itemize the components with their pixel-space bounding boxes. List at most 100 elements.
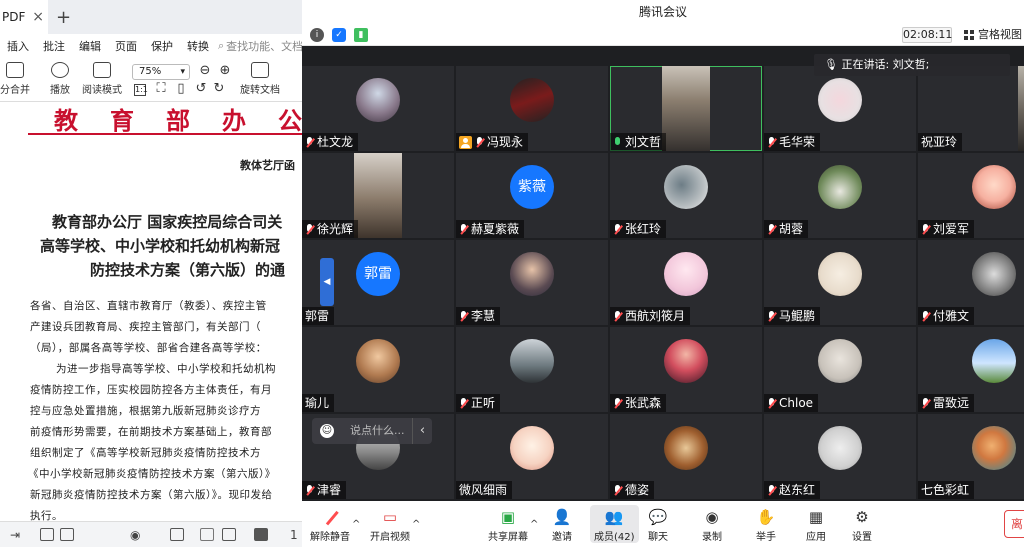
participant-name: 西航刘筱月 xyxy=(625,309,686,323)
menu-annotate[interactable]: 批注 xyxy=(36,38,72,54)
participant-tile[interactable]: 正听 xyxy=(456,327,608,412)
doc-paragraph-line: （局），部属各高等学校、部省合建各高等学校： xyxy=(30,342,267,354)
participant-tile[interactable]: 胡蓉 xyxy=(764,153,916,238)
participant-name-tag: 微风细雨 xyxy=(456,481,513,499)
invite-button[interactable]: 👤 邀请 xyxy=(552,505,572,543)
zoom-out-icon[interactable]: ⊖ xyxy=(198,64,212,78)
record-button[interactable]: ◉ 录制 xyxy=(702,505,722,543)
pdf-document-tab[interactable]: PDF × xyxy=(0,0,48,34)
actual-size-icon[interactable]: 1:1 xyxy=(134,84,148,96)
single-page-icon[interactable]: ▯ xyxy=(174,82,188,96)
participant-tile[interactable]: 刘文哲 xyxy=(610,66,762,151)
eye-icon[interactable]: ◉ xyxy=(130,528,140,542)
participant-tile[interactable]: 西航刘筱月 xyxy=(610,240,762,325)
settings-button[interactable]: ⚙ 设置 xyxy=(852,505,872,543)
last-page-icon[interactable]: ⇥ xyxy=(10,528,20,542)
play-button[interactable]: 播放 xyxy=(50,62,70,96)
chat-button[interactable]: 💬 聊天 xyxy=(648,505,668,543)
participant-tile[interactable]: 杜文龙 xyxy=(302,66,454,151)
participant-tile[interactable]: 张武森 xyxy=(610,327,762,412)
participant-tile[interactable]: 张红玲 xyxy=(610,153,762,238)
participant-name-tag: 七色彩虹 xyxy=(918,481,975,499)
zoom-select[interactable]: 75% ▾ xyxy=(132,64,190,80)
info-icon[interactable]: i xyxy=(310,28,324,42)
participant-name: 赫夏紫薇 xyxy=(471,222,520,236)
apps-button[interactable]: ▦ 应用 xyxy=(806,505,826,543)
rotate-left-icon[interactable]: ↺ xyxy=(194,82,208,96)
doc-paragraph-line: 产建设兵团教育局、疾控主管部门，有关部门（ xyxy=(30,321,261,333)
participant-tile[interactable]: 瑜儿 xyxy=(302,327,454,412)
fit-page-icon[interactable]: ⛶ xyxy=(154,82,168,96)
participant-name-tag: Chloe xyxy=(764,394,819,412)
play-slideshow-icon[interactable] xyxy=(254,528,268,541)
chevron-up-icon[interactable]: ^ xyxy=(412,519,420,530)
participant-name: 李慧 xyxy=(471,309,496,323)
participant-tile[interactable]: Chloe xyxy=(764,327,916,412)
participant-tile[interactable]: 徐光辉 xyxy=(302,153,454,238)
chevron-up-icon[interactable]: ^ xyxy=(530,519,538,530)
menu-convert[interactable]: 转换 xyxy=(180,38,216,54)
participant-name-tag: 马鲲鹏 xyxy=(764,307,821,325)
participant-name: 正听 xyxy=(471,396,496,410)
unmute-button[interactable]: 解除静音 xyxy=(310,505,350,543)
gear-icon: ⚙ xyxy=(855,508,869,526)
participant-tile[interactable]: 祝亚玲 xyxy=(918,66,1024,151)
participant-tile[interactable]: 紫薇 赫夏紫薇 xyxy=(456,153,608,238)
start-video-button[interactable]: ▭ 开启视频 xyxy=(370,505,410,543)
book-icon xyxy=(93,62,111,78)
side-panel-toggle[interactable]: ◀ xyxy=(320,258,334,306)
participant-tile[interactable]: 刘爱军 xyxy=(918,153,1024,238)
participant-tile[interactable]: 德姿 xyxy=(610,414,762,499)
participant-name-tag: 刘爱军 xyxy=(918,220,975,238)
participant-tile[interactable]: 雷致远 xyxy=(918,327,1024,412)
merge-button[interactable]: 分合并 xyxy=(0,62,30,96)
doc-red-header: 教育部办公 xyxy=(54,106,302,135)
hand-icon: ✋ xyxy=(756,508,776,526)
participant-tile[interactable]: 付雅文 xyxy=(918,240,1024,325)
participant-tile[interactable]: 微风细雨 xyxy=(456,414,608,499)
participant-tile[interactable]: 赵东红 xyxy=(764,414,916,499)
rotate-right-icon[interactable]: ↻ xyxy=(212,82,226,96)
share-screen-button[interactable]: ▣ 共享屏幕 xyxy=(488,505,528,543)
read-mode-button[interactable]: 阅读模式 xyxy=(82,62,122,96)
participant-tile[interactable]: 冯现永 xyxy=(456,66,608,151)
participant-name-tag: 郭雷 xyxy=(302,307,335,325)
doc-paragraph-line: 前疫情形势需要，在前期技术方案基础上，教育部 xyxy=(30,426,272,438)
fit-width-icon[interactable] xyxy=(170,528,184,541)
avatar xyxy=(818,165,862,209)
pdf-document-page: 教育部办公 教体艺厅函 教育部办公厅 国家疾控局综合司关 高等学校、中小学校和托… xyxy=(0,103,302,521)
participant-name: 微风细雨 xyxy=(459,483,508,497)
gallery-view-button[interactable]: 宫格视图 xyxy=(964,27,1022,43)
zoom-in-icon[interactable]: ⊕ xyxy=(218,64,232,78)
mic-muted-icon xyxy=(921,223,930,235)
menu-insert[interactable]: 插入 xyxy=(0,38,36,54)
menu-page[interactable]: 页面 xyxy=(108,38,144,54)
chevron-up-icon[interactable]: ^ xyxy=(352,519,360,530)
function-search[interactable]: ⌕ 查找功能、文档 xyxy=(218,38,302,54)
signal-icon[interactable]: ▮ xyxy=(354,28,368,42)
meeting-window: 腾讯会议 i ✓ ▮ 02:08:11 宫格视图 杜文龙 冯现永 刘文哲 毛华荣 祝亚玲… xyxy=(302,0,1024,547)
participant-name: 马鲲鹏 xyxy=(779,309,816,323)
members-button[interactable]: 👥 成员(42) xyxy=(590,505,639,543)
participant-tile[interactable]: 七色彩虹 xyxy=(918,414,1024,499)
new-tab-icon[interactable]: + xyxy=(56,7,71,28)
participant-tile[interactable]: 李慧 xyxy=(456,240,608,325)
close-icon[interactable]: × xyxy=(32,9,44,25)
apps-icon: ▦ xyxy=(808,508,824,526)
menu-protect[interactable]: 保护 xyxy=(144,38,180,54)
double-page-view-icon[interactable] xyxy=(222,528,236,541)
next-page-icon[interactable] xyxy=(60,528,74,541)
shield-icon[interactable]: ✓ xyxy=(332,28,346,42)
emoji-icon[interactable]: ☺ xyxy=(320,424,334,438)
menu-edit[interactable]: 编辑 xyxy=(72,38,108,54)
leave-meeting-button[interactable]: 离 xyxy=(1004,510,1024,538)
chevron-left-icon[interactable]: ‹ xyxy=(412,418,432,444)
raise-hand-button[interactable]: ✋ 举手 xyxy=(756,505,776,543)
participant-tile[interactable]: 马鲲鹏 xyxy=(764,240,916,325)
prev-page-icon[interactable] xyxy=(40,528,54,541)
rotate-document-button[interactable]: 旋转文档 xyxy=(240,62,280,96)
single-page-view-icon[interactable] xyxy=(200,528,214,541)
chat-input-box[interactable]: ☺ 说点什么... ‹ xyxy=(312,418,432,444)
participant-video xyxy=(1018,66,1024,151)
participant-tile[interactable]: 毛华荣 xyxy=(764,66,916,151)
